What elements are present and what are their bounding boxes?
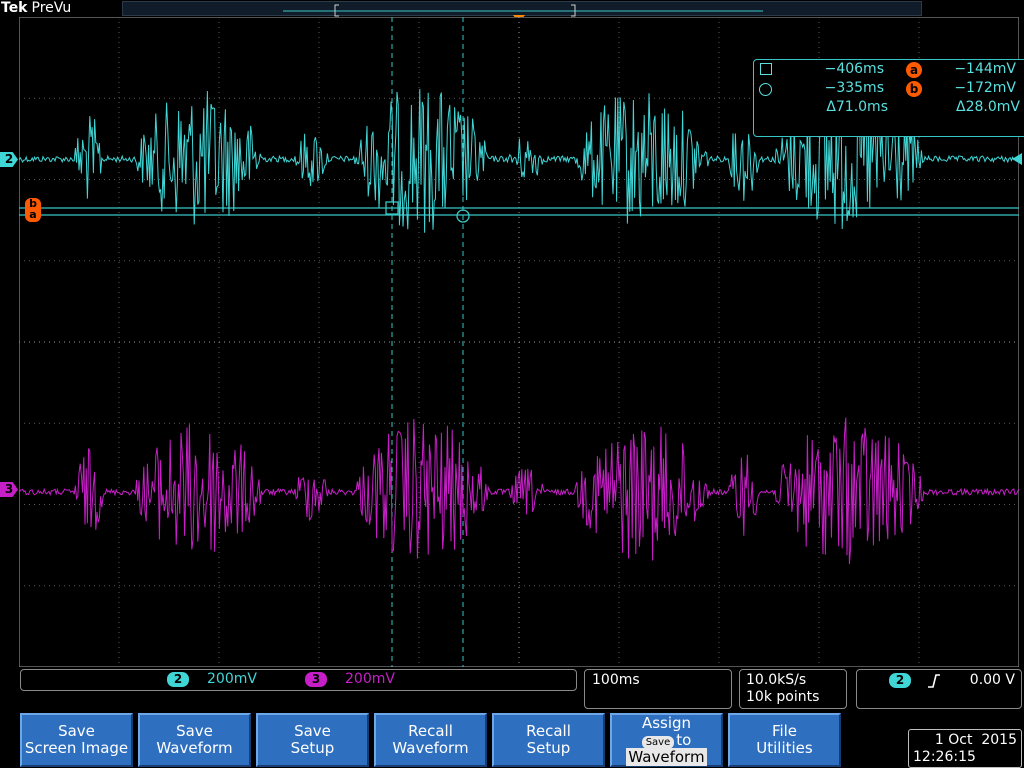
- brand-label: Tek PreVu: [1, 0, 71, 16]
- ch2-scale: 200mV: [207, 671, 257, 687]
- ch3-ground-marker[interactable]: 3: [0, 482, 18, 497]
- top-bar: Tek PreVu: [0, 0, 1024, 23]
- trigger-level: 0.00 V: [969, 672, 1015, 688]
- assign-save-button[interactable]: Assign Save to Waveform: [610, 713, 723, 767]
- file-utilities-button[interactable]: File Utilities: [728, 713, 841, 767]
- channel-scale-box[interactable]: 2 200mV 3 200mV: [20, 669, 577, 691]
- timebase-box[interactable]: 100ms: [584, 669, 732, 709]
- softkey-line2: Screen Image: [24, 739, 129, 757]
- timebase-value: 100ms: [592, 672, 640, 688]
- save-key-chip: Save: [641, 735, 675, 749]
- date: 1 Oct 2015: [934, 732, 1017, 748]
- acquisition-mode: PreVu: [31, 0, 72, 16]
- save-screen-image-button[interactable]: Save Screen Image: [20, 713, 133, 767]
- softkey-line1: Recall: [526, 722, 571, 740]
- cursor-b-value: −172mV: [954, 80, 1016, 96]
- softkey-line2: Utilities: [756, 739, 813, 757]
- cursor-a-badge: a: [906, 62, 922, 78]
- ch2-ground-marker[interactable]: 2: [0, 152, 18, 167]
- softkey-line3: Waveform: [626, 747, 707, 766]
- ch3-badge: 3: [305, 672, 327, 687]
- cursor-ab-marker[interactable]: ba: [25, 198, 41, 222]
- softkey-line2: Setup: [290, 739, 335, 757]
- softkey-line1: Recall: [408, 722, 453, 740]
- cursor-2-circle-icon: [759, 83, 772, 96]
- time: 12:26:15: [913, 749, 976, 765]
- softkey-line1: Save: [176, 722, 213, 740]
- rising-edge-icon: [928, 674, 940, 688]
- cursor-1-time: −406ms: [824, 61, 884, 77]
- ch3-scale: 200mV: [345, 671, 395, 687]
- softkey-line1: Save: [58, 722, 95, 740]
- softkey-line2: Setup: [526, 739, 571, 757]
- recall-waveform-button[interactable]: Recall Waveform: [374, 713, 487, 767]
- sample-rate: 10.0kS/s: [746, 672, 807, 688]
- softkey-to: to: [676, 730, 692, 749]
- cursor-b-badge: b: [906, 81, 922, 97]
- save-setup-button[interactable]: Save Setup: [256, 713, 369, 767]
- softkey-line1: Save: [294, 722, 331, 740]
- recall-setup-button[interactable]: Recall Setup: [492, 713, 605, 767]
- cursor-readout[interactable]: −406ms a −144mV −335ms b −172mV Δ71.0ms …: [753, 59, 1024, 137]
- save-waveform-button[interactable]: Save Waveform: [138, 713, 251, 767]
- trigger-box[interactable]: 2 0.00 V: [856, 669, 1022, 709]
- cursor-2-time: −335ms: [824, 80, 884, 96]
- softkey-line2: Waveform: [156, 739, 233, 757]
- trigger-level-icon: [1012, 153, 1022, 165]
- ch2-badge: 2: [167, 672, 189, 687]
- record-view-bar[interactable]: [122, 1, 922, 17]
- waveform-display[interactable]: −406ms a −144mV −335ms b −172mV Δ71.0ms …: [19, 17, 1024, 667]
- cursor-1-square-icon: [760, 63, 772, 75]
- softkey-line1: File: [771, 722, 798, 740]
- softkey-line1: Assign: [641, 713, 692, 732]
- brand-name: Tek: [1, 0, 28, 16]
- delta-time: Δ71.0ms: [826, 99, 888, 115]
- date-time-display: 1 Oct 2015 12:26:15: [908, 729, 1022, 768]
- delta-value: Δ28.0mV: [956, 99, 1020, 115]
- record-length: 10k points: [746, 689, 820, 705]
- acquisition-box[interactable]: 10.0kS/s 10k points: [739, 669, 847, 709]
- softkey-line2: Waveform: [392, 739, 469, 757]
- cursor-a-value: −144mV: [954, 61, 1016, 77]
- trigger-source-badge: 2: [889, 673, 911, 688]
